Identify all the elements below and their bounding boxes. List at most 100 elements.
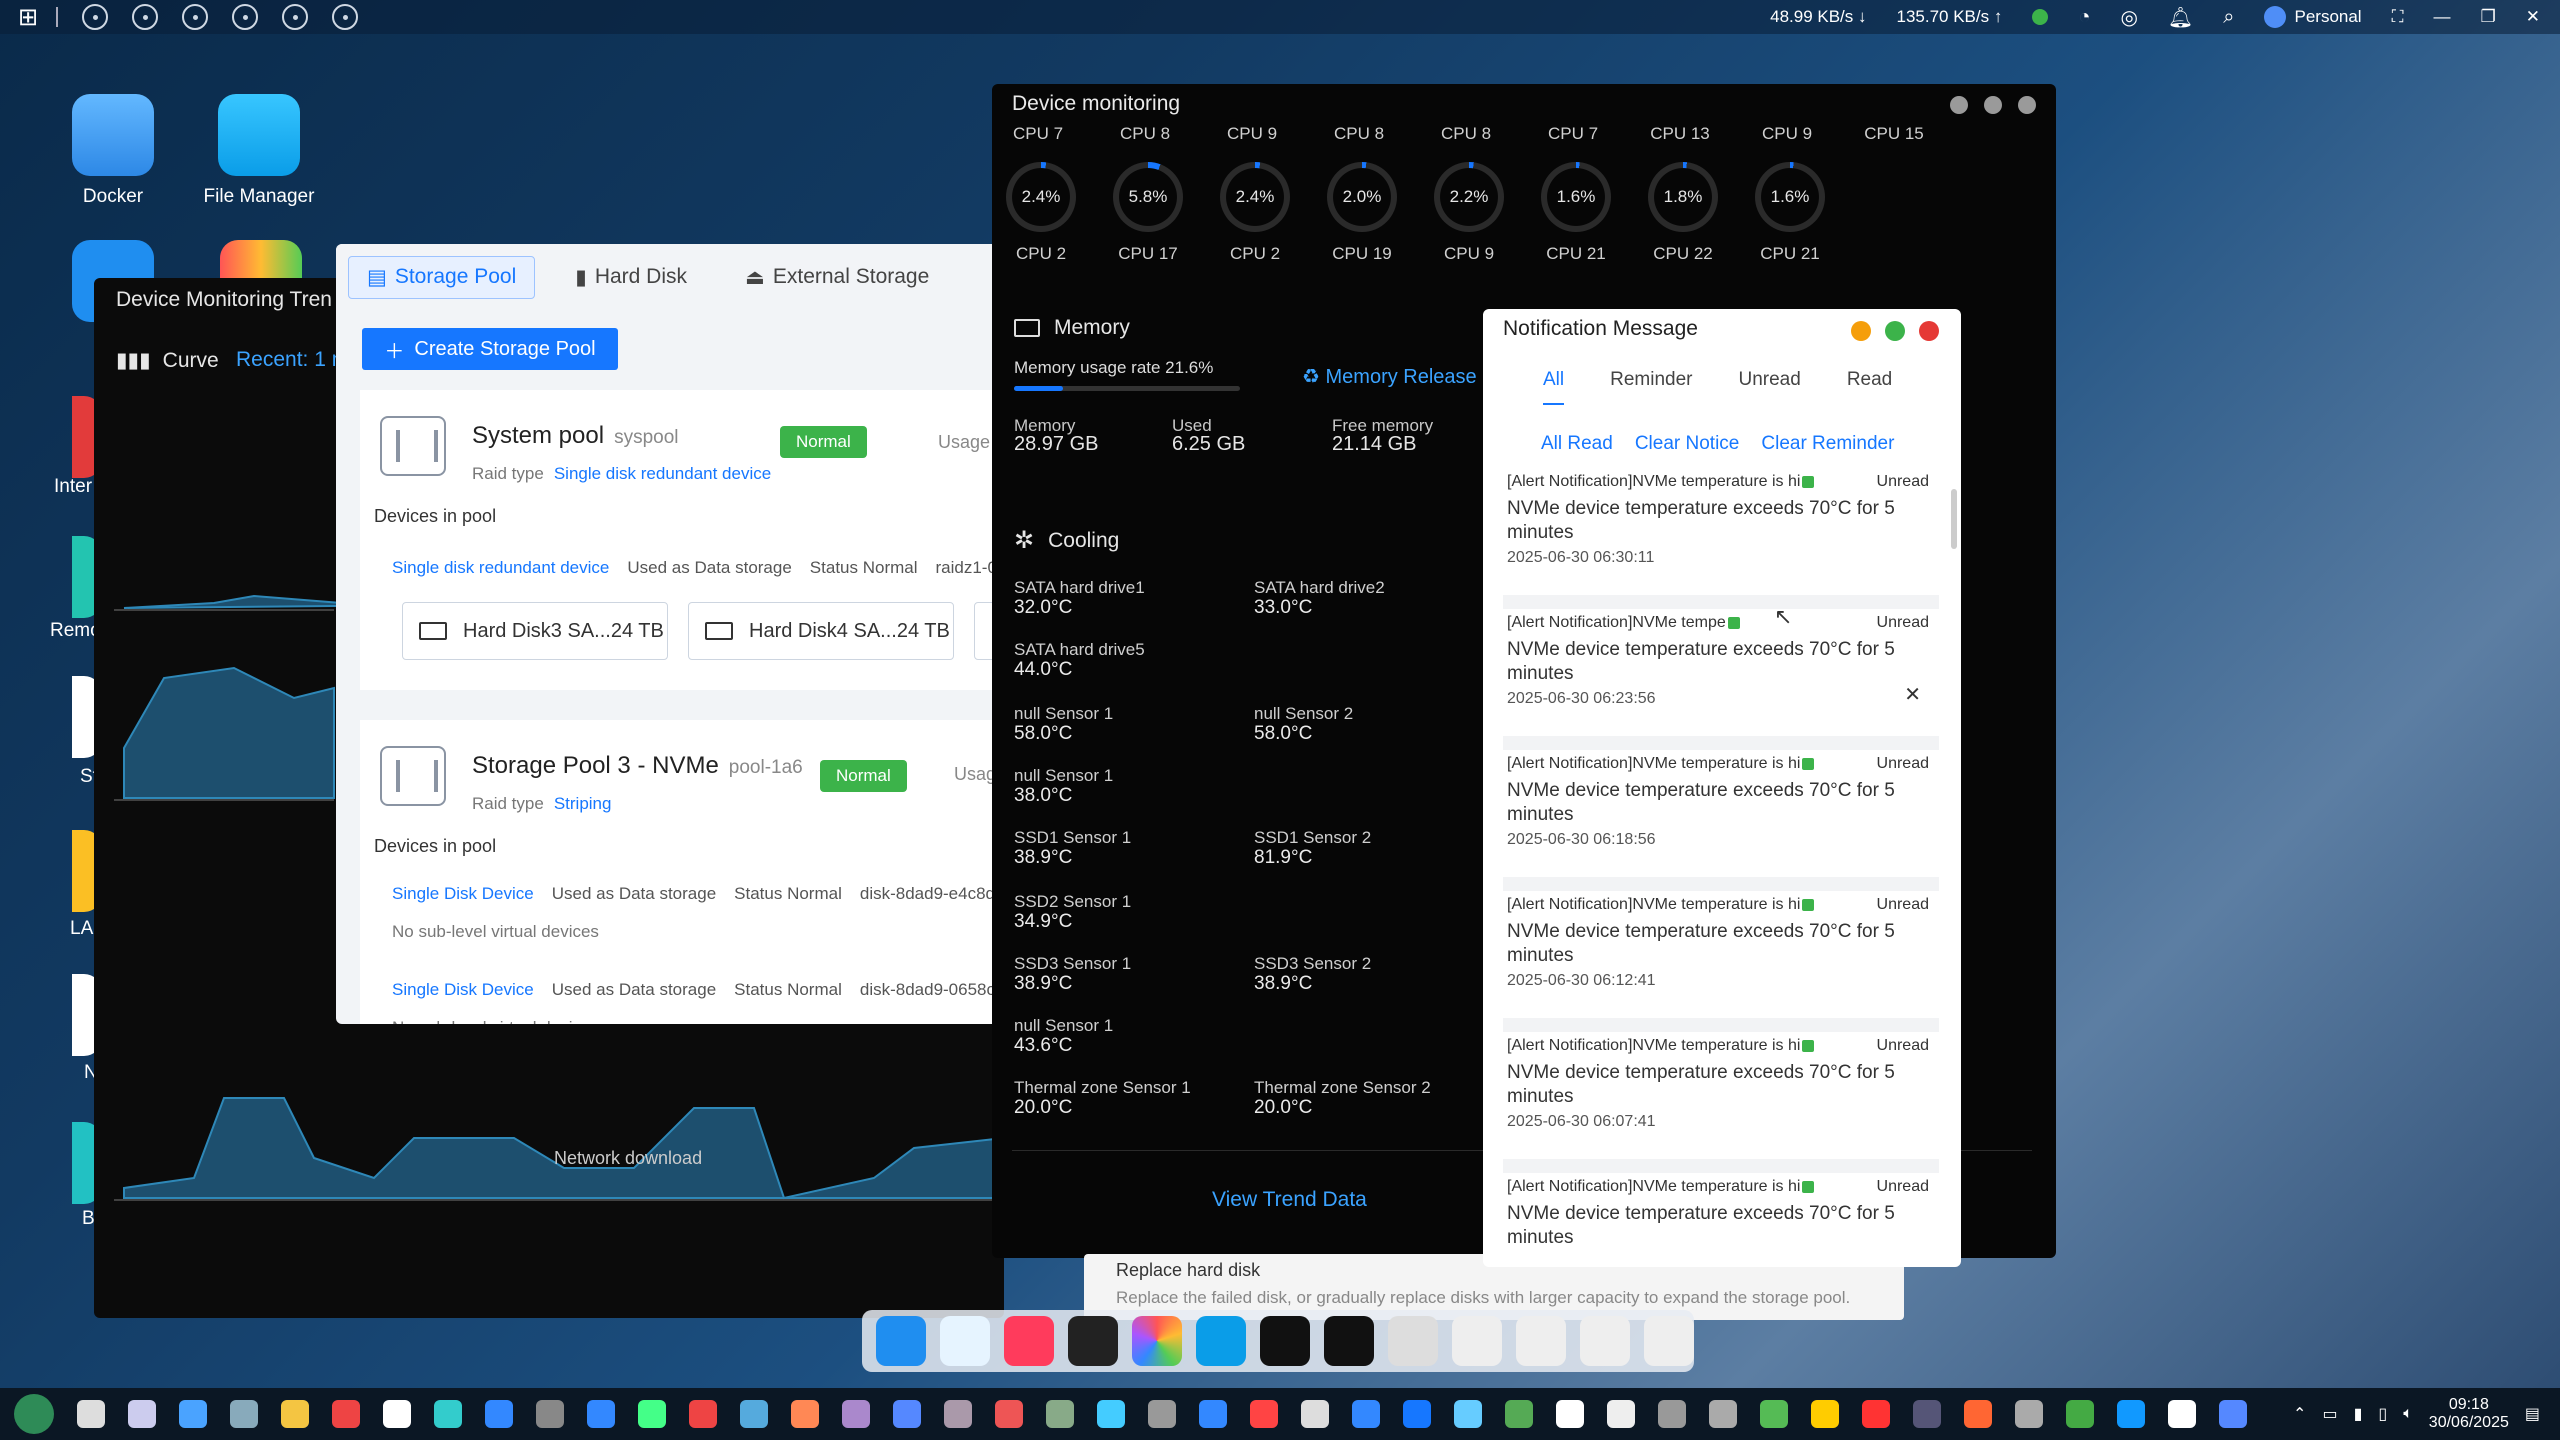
taskbar-app-icon[interactable] [944, 1400, 972, 1428]
disk-item[interactable]: Hard Disk4 SA...24 TB [688, 602, 954, 660]
window-maximize-icon[interactable] [1984, 96, 2002, 114]
notification-item[interactable]: [Alert Notification]NVMe temperature is … [1503, 755, 1939, 875]
taskbar-app-icon[interactable] [1862, 1400, 1890, 1428]
taskbar-app-icon[interactable] [1658, 1400, 1686, 1428]
taskbar-app-icon[interactable] [995, 1400, 1023, 1428]
minimize-icon[interactable]: — [2434, 7, 2451, 27]
dock-video-icon[interactable] [1068, 1316, 1118, 1366]
taskbar-app-icon[interactable] [740, 1400, 768, 1428]
taskbar-app-icon[interactable] [128, 1400, 156, 1428]
taskbar-app-icon[interactable] [2015, 1400, 2043, 1428]
clock[interactable]: 09:18 30/06/2025 [2429, 1396, 2509, 1432]
taskbar-app-icon[interactable] [2219, 1400, 2247, 1428]
tab-hard-disk[interactable]: ▮ Hard Disk [557, 257, 705, 298]
dock-app-icon[interactable] [876, 1316, 926, 1366]
app-icon[interactable] [332, 4, 359, 30]
photos-icon[interactable] [220, 240, 302, 280]
search-icon[interactable]: ⌕ [2223, 6, 2234, 29]
notification-item[interactable]: [Alert Notification]NVMe tempe Unread NVMe… [1503, 614, 1939, 734]
close-icon[interactable]: ✕ [1904, 682, 1921, 707]
tab-unread[interactable]: Unread [1739, 369, 1801, 405]
taskbar-app-icon[interactable] [1607, 1400, 1635, 1428]
taskbar-app-icon[interactable] [1760, 1400, 1788, 1428]
scrollbar[interactable] [1951, 489, 1957, 549]
taskbar-app-icon[interactable] [587, 1400, 615, 1428]
start-orb-icon[interactable] [14, 1394, 54, 1434]
tab-reminder[interactable]: Reminder [1610, 369, 1692, 405]
taskbar-app-icon[interactable] [1097, 1400, 1125, 1428]
disk-item[interactable]: Hard Disk3 SA...24 TB [402, 602, 668, 660]
clear-reminder-button[interactable]: Clear Reminder [1761, 433, 1894, 455]
taskbar-app-icon[interactable] [281, 1400, 309, 1428]
taskbar-app-icon[interactable] [2117, 1400, 2145, 1428]
notification-item[interactable]: [Alert Notification]NVMe temperature is … [1503, 896, 1939, 1016]
tray-chevron-icon[interactable]: ⌃ [2293, 1404, 2306, 1424]
speed-icon[interactable]: ◔ [2078, 6, 2090, 29]
clear-notice-button[interactable]: Clear Notice [1635, 433, 1740, 455]
window-minimize-icon[interactable] [1851, 321, 1871, 341]
taskbar-app-icon[interactable] [638, 1400, 666, 1428]
dock-window-icon[interactable] [1580, 1316, 1630, 1366]
taskbar-app-icon[interactable] [2168, 1400, 2196, 1428]
taskbar-app-icon[interactable] [1811, 1400, 1839, 1428]
mic-icon[interactable]: ▮ [2354, 1404, 2363, 1424]
tab-curve[interactable]: ▮▮▮ Curve [116, 348, 219, 373]
device-type-link[interactable]: Single Disk Device [392, 980, 534, 999]
taskbar-app-icon[interactable] [332, 1400, 360, 1428]
network-icon[interactable]: ▭ [2322, 1404, 2337, 1424]
taskbar-app-icon[interactable] [536, 1400, 564, 1428]
dock-window-icon[interactable] [1388, 1316, 1438, 1366]
taskbar-app-icon[interactable] [1199, 1400, 1227, 1428]
dock-window-icon[interactable] [1644, 1316, 1694, 1366]
notification-item[interactable]: [Alert Notification]NVMe temperature is … [1503, 1037, 1939, 1157]
taskbar-app-icon[interactable] [1301, 1400, 1329, 1428]
windows-start-icon[interactable]: ⊞ [18, 3, 38, 32]
bell-icon[interactable]: 🔔︎ [2168, 5, 2193, 30]
range-selector[interactable]: Recent: 1 m [236, 348, 349, 372]
window-close-icon[interactable] [1919, 321, 1939, 341]
tab-read[interactable]: Read [1847, 369, 1892, 405]
sync-icon[interactable]: ◎ [2120, 5, 2137, 30]
all-read-button[interactable]: All Read [1541, 433, 1613, 455]
taskbar-app-icon[interactable] [2066, 1400, 2094, 1428]
taskbar-app-icon[interactable] [1913, 1400, 1941, 1428]
taskbar-app-icon[interactable] [179, 1400, 207, 1428]
dock-folder-icon[interactable] [1196, 1316, 1246, 1366]
taskbar-app-icon[interactable] [383, 1400, 411, 1428]
taskbar-app-icon[interactable] [893, 1400, 921, 1428]
app-icon[interactable] [232, 4, 259, 30]
taskbar-app-icon[interactable] [1709, 1400, 1737, 1428]
fullscreen-icon[interactable]: ⛶ [2392, 7, 2404, 27]
taskbar-app-icon[interactable] [434, 1400, 462, 1428]
taskbar-app-icon[interactable] [842, 1400, 870, 1428]
user-menu[interactable]: Personal [2264, 6, 2362, 28]
window-minimize-icon[interactable] [1950, 96, 1968, 114]
taskbar-app-icon[interactable] [1505, 1400, 1533, 1428]
dock-window-icon[interactable] [1452, 1316, 1502, 1366]
taskbar-app-icon[interactable] [689, 1400, 717, 1428]
memory-release-button[interactable]: ♻ Memory Release [1302, 364, 1477, 389]
taskbar-app-icon[interactable] [1046, 1400, 1074, 1428]
app-icon[interactable] [282, 4, 309, 30]
notification-item[interactable]: [Alert Notification]NVMe temperature is … [1503, 1178, 1939, 1267]
dock-window-icon[interactable] [1516, 1316, 1566, 1366]
dock-window-icon[interactable] [1324, 1316, 1374, 1366]
dock-recycle-icon[interactable] [940, 1316, 990, 1366]
app-icon[interactable] [132, 4, 159, 30]
volume-icon[interactable]: 🔈︎ [2403, 1405, 2413, 1423]
desktop-icon-file-manager[interactable]: File Manager [184, 94, 334, 208]
taskbar-app-icon[interactable] [1352, 1400, 1380, 1428]
tab-storage-pool[interactable]: ▤ Storage Pool [348, 255, 536, 299]
taskbar-app-icon[interactable] [1403, 1400, 1431, 1428]
create-storage-pool-button[interactable]: ＋ Create Storage Pool [362, 328, 618, 370]
dock-window-icon[interactable] [1260, 1316, 1310, 1366]
close-icon[interactable]: ✕ [2526, 7, 2540, 27]
device-type-link[interactable]: Single disk redundant device [392, 558, 609, 577]
dock-music-icon[interactable] [1004, 1316, 1054, 1366]
taskbar-app-icon[interactable] [485, 1400, 513, 1428]
taskbar-app-icon[interactable] [77, 1400, 105, 1428]
taskbar-app-icon[interactable] [1964, 1400, 1992, 1428]
device-type-link[interactable]: Single Disk Device [392, 884, 534, 903]
app-icon[interactable] [182, 4, 209, 30]
tab-external-storage[interactable]: ⏏ External Storage [727, 257, 947, 298]
